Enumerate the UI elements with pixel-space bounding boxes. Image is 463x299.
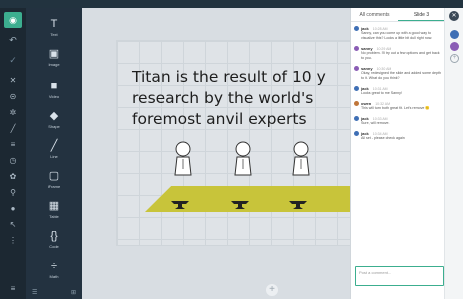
tool-table[interactable]: ▦ Table (26, 200, 82, 230)
avatar (354, 131, 359, 136)
comment-text: Sanny, can you come up with a good way t… (361, 31, 433, 40)
avatar (354, 86, 359, 91)
tool-label: Table (49, 214, 59, 219)
tool-video[interactable]: ■ Video (26, 80, 82, 110)
tool-label: Line (50, 154, 58, 159)
comment-item: jack 10:28 AM Sanny, can you come up wit… (354, 26, 442, 41)
slide-canvas[interactable]: Titan is the result of 10 y research by … (82, 8, 350, 299)
comment-time: 10:29 AM (376, 46, 392, 51)
image-icon: ▣ (48, 48, 60, 60)
editor-app: ◉ ↶ ✓ ✕ ⊝ ✲ ╱ ≡ ◷ ✿ ⚲ ● ↖ ⋮ ≡ T Text ▣ I… (0, 0, 463, 299)
comment-time: 10:32 AM (375, 101, 391, 106)
close-icon[interactable]: ✕ (8, 76, 18, 86)
iframe-icon: ▢ (48, 170, 60, 182)
comment-input[interactable]: Post a comment... (355, 266, 444, 286)
line-icon: ╱ (50, 140, 58, 152)
comment-text: No problem. I'll try out a few options a… (361, 51, 440, 60)
tool-label: Shape (48, 124, 60, 129)
tool-label: Math (49, 274, 59, 279)
comment-item: jack 10:33 AM Sure, will remove. (354, 116, 442, 126)
tab-all-comments[interactable]: All comments (351, 8, 398, 21)
avatar (354, 116, 359, 121)
comments-tabs: All comments Slide 3 (351, 8, 445, 22)
tool-label: iFrame (47, 184, 61, 189)
pointer-icon[interactable]: ↖ (8, 220, 18, 230)
tool-label: Text (50, 32, 58, 37)
top-bar (0, 0, 463, 8)
tool-label: Code (49, 244, 59, 249)
avatar (354, 66, 359, 71)
avatar[interactable] (450, 42, 459, 51)
comment-item: jack 10:31 AM Looks great to me Sanny! (354, 86, 442, 96)
left-rail: ◉ ↶ ✓ ✕ ⊝ ✲ ╱ ≡ ◷ ✿ ⚲ ● ↖ ⋮ ≡ (0, 8, 26, 299)
chat-icon[interactable]: ● (8, 204, 18, 214)
comment-text: Sure, will remove. (361, 121, 390, 125)
comment-item: sanny 10:29 AM No problem. I'll try out … (354, 46, 442, 61)
clock-icon[interactable]: ◷ (8, 156, 18, 166)
comment-item: owen 10:32 AM This will turn both great … (354, 101, 442, 111)
add-slide-icon[interactable]: + (266, 284, 278, 296)
video-icon: ■ (50, 80, 58, 92)
avatar (354, 101, 359, 106)
tools-panel: T Text ▣ Image ■ Video ◆ Shape ╱ Line ▢ … (26, 8, 82, 299)
person-figure-icon (234, 141, 252, 176)
grid-icon[interactable]: ⊞ (71, 289, 76, 296)
add-collaborator-icon[interactable]: + (450, 54, 459, 63)
tool-label: Image (48, 62, 60, 67)
comment-time: 10:34 AM (372, 131, 388, 136)
code-icon: {} (50, 230, 58, 242)
anvil-icon (171, 201, 189, 209)
comment-text: This will turn both great fit. Let's rem… (361, 106, 430, 110)
comment-text: Looks great to me Sanny! (361, 91, 402, 95)
close-icon[interactable]: ✕ (449, 11, 459, 21)
anvil-icon (231, 201, 249, 209)
comment-time: 10:28 AM (372, 26, 388, 31)
more-icon[interactable]: ⋮ (8, 236, 18, 246)
shape-icon: ◆ (49, 110, 59, 122)
tab-slide-3[interactable]: Slide 3 (398, 8, 445, 21)
tool-iframe[interactable]: ▢ iFrame (26, 170, 82, 200)
tool-code[interactable]: {} Code (26, 230, 82, 260)
anvil-icon (289, 201, 307, 209)
list-icon[interactable]: ≡ (8, 140, 18, 150)
person-figure-icon (174, 141, 192, 176)
tool-label: Video (48, 94, 60, 99)
collaborators-column: ✕ + (444, 8, 463, 299)
color-icon[interactable]: ✿ (8, 172, 18, 182)
comment-time: 10:30 AM (376, 66, 392, 71)
comment-item: sanny 10:30 AM Okay, redesigned the slid… (354, 66, 442, 81)
text-icon: T (50, 18, 58, 30)
avatar (354, 46, 359, 51)
check-icon[interactable]: ✓ (4, 52, 22, 68)
comment-time: 10:31 AM (372, 86, 388, 91)
visibility-icon[interactable]: ◉ (4, 12, 22, 28)
brush-icon[interactable]: ╱ (8, 124, 18, 134)
comment-text: All set - please check again (361, 136, 405, 140)
math-icon: ÷ (50, 260, 58, 272)
settings-icon[interactable]: ✲ (8, 108, 18, 118)
tool-text[interactable]: T Text (26, 18, 82, 48)
tool-image[interactable]: ▣ Image (26, 48, 82, 78)
person-figure-icon (292, 141, 310, 176)
undo-icon[interactable]: ↶ (4, 32, 22, 48)
comment-time: 10:33 AM (372, 116, 388, 121)
comments-panel: All comments Slide 3 jack 10:28 AM Sanny… (350, 8, 445, 299)
align-icon[interactable]: ⊝ (8, 92, 18, 102)
tool-line[interactable]: ╱ Line (26, 140, 82, 170)
menu-icon[interactable]: ≡ (8, 284, 18, 294)
comment-item: jack 10:34 AM All set - please check aga… (354, 131, 442, 141)
slide-title[interactable]: Titan is the result of 10 y research by … (132, 67, 350, 130)
collapse-icon[interactable]: ☰ (32, 289, 37, 296)
avatar[interactable] (450, 30, 459, 39)
tools-footer: ☰ ⊞ (26, 285, 82, 299)
avatar (354, 26, 359, 31)
tool-shape[interactable]: ◆ Shape (26, 110, 82, 140)
pin-icon[interactable]: ⚲ (8, 188, 18, 198)
comment-thread: jack 10:28 AM Sanny, can you come up wit… (354, 26, 442, 270)
slide[interactable]: Titan is the result of 10 y research by … (116, 40, 350, 246)
comment-text: Okay, redesigned the slide and added som… (361, 71, 442, 80)
table-icon: ▦ (48, 200, 60, 212)
